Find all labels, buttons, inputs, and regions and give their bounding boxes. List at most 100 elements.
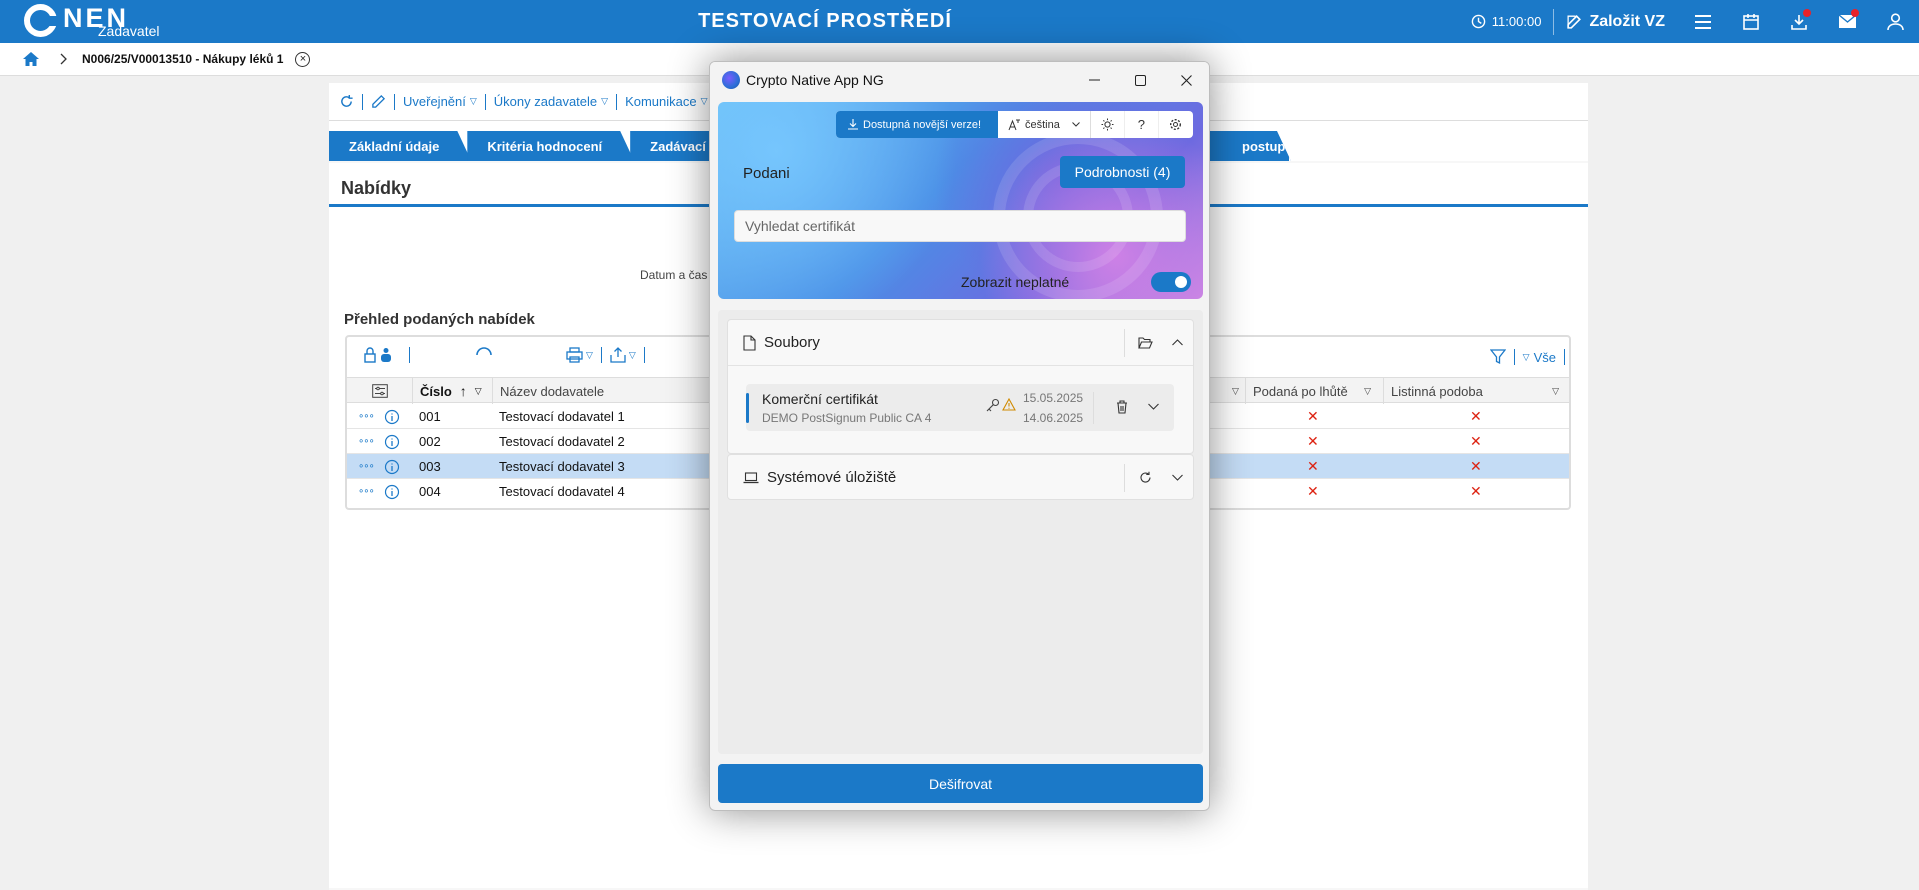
edit-icon[interactable] [371,94,386,109]
window-titlebar[interactable]: Crypto Native App NG [710,62,1209,98]
column-header-paper[interactable]: Listinná podoba ▽ [1383,378,1571,404]
row-late-cross-icon: ✕ [1307,483,1319,499]
download-notification-dot [1803,9,1811,17]
app-header-panel: Dostupná novější verze! čeština ? Podani… [718,102,1203,299]
details-button[interactable]: Podrobnosti (4) [1060,156,1185,188]
expand-system-store-button[interactable] [1161,455,1193,500]
coin-icon[interactable] [381,347,391,363]
row-actions-icon[interactable]: ∘∘∘ [358,429,375,454]
create-tender-button[interactable]: Založit VZ [1554,13,1679,31]
maximize-button[interactable] [1117,62,1163,98]
environment-title: TESTOVACÍ PROSTŘEDÍ [698,10,952,32]
refresh-icon[interactable] [339,94,354,109]
filter-all-label[interactable]: Vše [1534,350,1556,365]
certificate-divider [1093,392,1094,424]
column-late-label: Podaná po lhůtě [1253,383,1348,399]
file-icon [743,334,756,351]
column-header-supplier[interactable]: Název dodavatele [492,378,722,404]
certificate-search-input[interactable] [734,210,1186,242]
tab-bar: Základní údaje Kritéria hodnocení Zadáva… [329,131,753,161]
row-actions-icon[interactable]: ∘∘∘ [358,479,375,504]
caret-down-icon: ▽ [474,385,482,396]
export-icon[interactable] [610,347,626,363]
actions-divider [1124,463,1125,492]
menu-publication[interactable]: Uveřejnění ▽ [403,94,477,109]
column-settings[interactable] [347,378,412,404]
toolbar-divider [616,93,618,110]
theme-button[interactable] [1091,111,1125,138]
row-info-icon[interactable] [384,479,400,504]
time-text: 11:00:00 [1491,14,1542,29]
filter-icon[interactable] [1489,349,1506,365]
crypto-app-window: Crypto Native App NG Dostupná novější ve… [709,61,1210,811]
system-store-header[interactable]: Systémové úložiště [728,455,1193,500]
column-header-number[interactable]: Číslo ↑ ▽ [412,378,492,404]
decrypt-button[interactable]: Dešifrovat [718,764,1203,803]
row-actions-icon[interactable]: ∘∘∘ [358,404,375,429]
column-supplier-label: Název dodavatele [500,383,605,399]
tab-basic-info[interactable]: Základní údaje [329,131,471,161]
menu-communication[interactable]: Komunikace ▽ [625,94,707,109]
toolbar-divider [484,93,486,110]
row-late-cross-icon: ✕ [1307,458,1319,474]
close-tender-icon[interactable]: × [295,51,311,67]
clock-icon [1471,14,1486,29]
print-icon[interactable] [566,347,583,363]
tab-evaluation-criteria[interactable]: Kritéria hodnocení [467,131,634,161]
downloads-button[interactable] [1775,0,1823,43]
caret-down-icon: ▽ [700,96,708,106]
calendar-button[interactable] [1727,0,1775,43]
home-icon[interactable] [22,51,40,67]
update-available-button[interactable]: Dostupná novější verze! [836,111,998,138]
session-timer: 11:00:00 [1471,8,1555,35]
warning-icon [1002,398,1016,411]
close-button[interactable] [1163,62,1209,98]
menu-contracting-actions[interactable]: Úkony zadavatele ▽ [494,94,608,109]
settings-button[interactable] [1159,111,1193,138]
certificate-item[interactable]: Komerční certifikát DEMO PostSignum Publ… [746,384,1174,431]
row-actions-icon[interactable]: ∘∘∘ [358,454,375,479]
folder-open-icon [1137,336,1153,349]
sun-icon [1101,118,1114,131]
files-section-header[interactable]: Soubory [728,320,1193,365]
app-toolbar: Dostupná novější verze! čeština ? [836,111,1193,138]
open-folder-button[interactable] [1129,320,1161,365]
reload-store-button[interactable] [1129,455,1161,500]
certificate-sources: Soubory Komerční certifikát DEMO PostSig… [718,310,1203,754]
files-section: Soubory Komerční certifikát DEMO PostSig… [727,319,1194,454]
row-info-icon[interactable] [384,454,400,479]
submissions-label: Podani [743,165,790,182]
trash-icon[interactable] [1116,400,1128,414]
app-icon [722,71,740,89]
collapse-files-button[interactable] [1161,320,1193,365]
column-header-late[interactable]: Podaná po lhůtě ▽ [1245,378,1383,404]
maximize-icon [1134,74,1146,86]
help-button[interactable]: ? [1125,111,1159,138]
minimize-button[interactable] [1071,62,1117,98]
filter-controls: ▽ Vše [1489,349,1565,365]
column-number-label: Číslo [420,383,452,399]
section-divider [728,365,1193,366]
lock-icon[interactable] [363,347,377,363]
language-select[interactable]: čeština [998,111,1091,138]
row-supplier: Testovací dodavatel 2 [499,434,625,449]
row-number: 003 [419,459,441,474]
top-bar: NEN Zadavatel TESTOVACÍ PROSTŘEDÍ 11:00:… [0,0,1919,43]
user-button[interactable] [1871,0,1919,43]
row-info-icon[interactable] [384,429,400,454]
window-title: Crypto Native App NG [746,72,884,88]
messages-button[interactable] [1823,0,1871,43]
chevron-down-icon [1171,474,1183,481]
chevron-right-icon [60,53,67,65]
calendar-icon [1743,13,1759,30]
breadcrumb-tender[interactable]: N006/25/V00013510 - Nákupy léků 1 [82,52,283,66]
certificate-name: Komerční certifikát [762,391,878,407]
toolbar-divider [362,93,363,110]
row-info-icon[interactable] [384,404,400,429]
row-paper-cross-icon: ✕ [1470,433,1482,449]
chevron-down-icon[interactable] [1148,403,1159,410]
window-controls [1071,62,1209,98]
show-invalid-toggle[interactable] [1151,272,1191,292]
menu-button[interactable] [1679,0,1727,43]
caret-down-icon: ▽ [1522,351,1530,362]
